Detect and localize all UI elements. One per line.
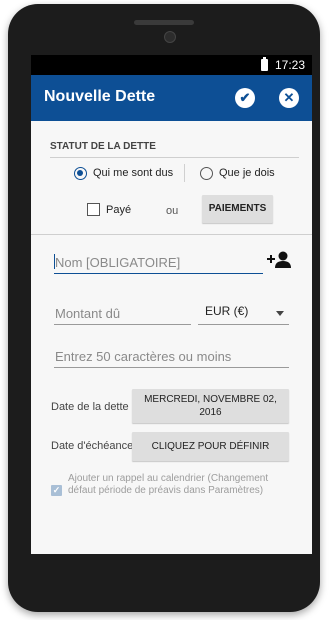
check-icon: ✔	[239, 90, 251, 105]
radio-i-owe-label[interactable]: Que je dois	[219, 167, 275, 179]
battery-icon	[261, 57, 268, 71]
debt-date-value: MERCREDI, NOVEMBRE 02, 2016	[144, 394, 277, 418]
amount-input[interactable]: Montant dû	[55, 306, 120, 321]
chevron-down-icon	[276, 311, 284, 316]
radio-i-owe[interactable]	[200, 167, 213, 180]
name-input-underline	[54, 273, 263, 274]
debt-date-label: Date de la dette	[51, 401, 129, 413]
app-bar: Nouvelle Dette ✔ ✕	[31, 75, 312, 121]
due-date-button-label: CLIQUEZ POUR DÉFINIR	[151, 441, 270, 452]
payments-button-label: PAIEMENTS	[208, 203, 267, 214]
status-time: 17:23	[275, 58, 306, 72]
form-content: STATUT DE LA DETTE Qui me sont dus Que j…	[31, 121, 312, 554]
radio-owed-to-me-label[interactable]: Qui me sont dus	[93, 167, 173, 179]
section-divider-bottom	[31, 234, 312, 235]
payments-button[interactable]: PAIEMENTS	[202, 195, 273, 223]
speaker-grille	[134, 20, 194, 25]
note-input-underline	[54, 367, 289, 368]
page-title: Nouvelle Dette	[44, 88, 156, 105]
radio-separator	[184, 164, 185, 182]
currency-select-underline	[198, 324, 289, 325]
name-input[interactable]: Nom [OBLIGATOIRE]	[55, 255, 180, 270]
section-divider	[50, 157, 299, 158]
screen: 17:23 Nouvelle Dette ✔ ✕ STATUT DE LA DE…	[31, 55, 312, 554]
reminder-checkbox[interactable]: ✓	[51, 485, 62, 496]
status-bar: 17:23	[31, 55, 312, 75]
add-contact-icon[interactable]	[267, 250, 293, 270]
currency-select[interactable]: EUR (€)	[205, 304, 248, 318]
front-camera	[164, 31, 176, 43]
radio-owed-to-me[interactable]	[74, 167, 87, 180]
section-title-status: STATUT DE LA DETTE	[50, 141, 156, 152]
close-icon: ✕	[283, 90, 295, 105]
confirm-button[interactable]: ✔	[235, 88, 255, 108]
due-date-label: Date d'échéance	[51, 440, 134, 452]
phone-frame: 17:23 Nouvelle Dette ✔ ✕ STATUT DE LA DE…	[8, 4, 320, 612]
cancel-button[interactable]: ✕	[279, 88, 299, 108]
reminder-label: Ajouter un rappel au calendrier (Changem…	[68, 473, 269, 496]
debt-date-button[interactable]: MERCREDI, NOVEMBRE 02, 2016	[132, 389, 289, 423]
due-date-button[interactable]: CLIQUEZ POUR DÉFINIR	[132, 432, 289, 461]
amount-input-underline	[54, 324, 191, 325]
or-label: ou	[166, 205, 179, 217]
paid-checkbox[interactable]	[87, 203, 100, 216]
note-input[interactable]: Entrez 50 caractères ou moins	[55, 349, 231, 364]
paid-label[interactable]: Payé	[106, 204, 131, 216]
